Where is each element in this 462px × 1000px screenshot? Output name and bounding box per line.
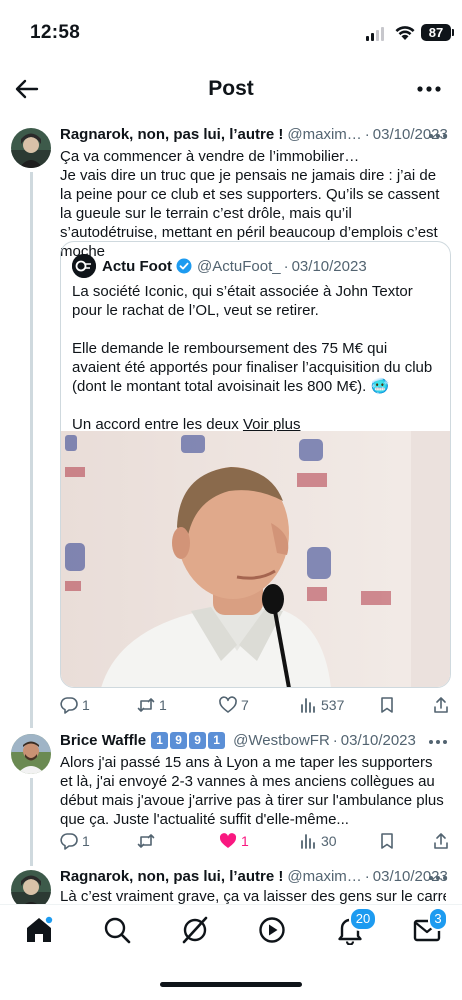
search-icon[interactable] xyxy=(102,915,132,945)
grok-icon[interactable] xyxy=(180,915,210,945)
reply-icon xyxy=(60,697,78,714)
retweet-button[interactable]: 1 xyxy=(137,696,167,714)
author-handle[interactable]: @WestbowFR xyxy=(233,732,330,749)
tweet-header: Brice Waffle 1 9 9 1 @WestbowFR · 03/10/… xyxy=(60,732,452,749)
reply-button[interactable]: 1 xyxy=(60,832,90,850)
tweet-actions: 1 1 30 xyxy=(60,830,450,852)
digit-badge: 9 xyxy=(170,732,188,749)
tweet-more-icon[interactable] xyxy=(428,873,448,883)
heart-icon xyxy=(219,696,237,713)
tweet-header: Ragnarok, non, pas lui, l’autre ! @maxim… xyxy=(60,126,452,143)
tweet-text: Alors j'ai passé 15 ans à Lyon a me tape… xyxy=(60,754,444,828)
notifications-badge: 20 xyxy=(349,907,377,931)
video-play-icon[interactable] xyxy=(257,915,287,945)
tweet-actions: 1 1 7 537 xyxy=(60,694,450,716)
retweet-icon xyxy=(137,834,155,848)
views-button[interactable]: 30 xyxy=(299,832,337,850)
separator-dot: · xyxy=(364,126,370,143)
quoted-tweet-text: La société Iconic, qui s’était associée … xyxy=(72,282,438,434)
more-options-icon[interactable] xyxy=(416,76,442,102)
share-icon[interactable] xyxy=(432,696,450,714)
home-icon[interactable] xyxy=(24,915,54,945)
verified-badge-icon xyxy=(176,258,192,274)
author-handle[interactable]: @maxim… xyxy=(287,126,361,143)
retweet-count: 1 xyxy=(159,697,167,713)
views-chart-icon xyxy=(301,698,315,713)
author-name[interactable]: Ragnarok, non, pas lui, l’autre ! xyxy=(60,126,283,143)
status-time: 12:58 xyxy=(30,22,81,43)
quoted-tweet-card[interactable]: Actu Foot @ActuFoot_ · 03/10/2023 La soc… xyxy=(60,241,451,688)
quoted-tweet-header: Actu Foot @ActuFoot_ · 03/10/2023 xyxy=(72,254,367,278)
heart-filled-icon xyxy=(219,833,237,848)
wifi-icon xyxy=(395,26,415,40)
thread-connector xyxy=(30,172,33,728)
retweet-icon xyxy=(137,698,155,712)
quoted-tweet-date: 03/10/2023 xyxy=(291,257,367,275)
reply-count: 1 xyxy=(82,697,90,713)
views-chart-icon xyxy=(301,834,315,849)
views-button[interactable]: 537 xyxy=(299,696,344,714)
author-handle[interactable]: @maxim… xyxy=(287,868,361,885)
quoted-tweet-photo[interactable] xyxy=(61,431,450,687)
reply-icon xyxy=(60,833,78,850)
home-indicator xyxy=(160,982,302,987)
actu-foot-logo-icon xyxy=(72,254,96,278)
separator-dot: · xyxy=(364,868,370,885)
avatar[interactable] xyxy=(11,734,51,774)
cellular-signal-icon xyxy=(366,27,384,41)
top-bar: Post xyxy=(0,64,462,114)
separator-dot: · xyxy=(332,732,338,749)
tweet-more-icon[interactable] xyxy=(428,737,448,747)
avatar[interactable] xyxy=(11,128,51,168)
quoted-author-name: Actu Foot xyxy=(102,257,172,275)
like-count: 7 xyxy=(241,697,249,713)
separator-dot: · xyxy=(283,257,289,275)
reply-button[interactable]: 1 xyxy=(60,696,90,714)
retweet-button[interactable] xyxy=(137,832,159,850)
view-count: 537 xyxy=(321,697,345,713)
author-name[interactable]: Brice Waffle xyxy=(60,732,146,749)
bookmark-icon[interactable] xyxy=(378,832,396,850)
tweet-date: 03/10/2023 xyxy=(340,732,416,749)
digit-badge: 9 xyxy=(189,732,207,749)
reply-count: 1 xyxy=(82,833,90,849)
page-title: Post xyxy=(208,77,254,100)
author-name[interactable]: Ragnarok, non, pas lui, l’autre ! xyxy=(60,868,283,885)
status-bar: 12:58 87 xyxy=(0,0,462,64)
like-button[interactable]: 7 xyxy=(219,696,249,714)
thread-connector xyxy=(30,778,33,866)
messages-badge: 3 xyxy=(428,907,448,931)
battery-indicator: 87 xyxy=(421,24,454,41)
quoted-paragraph: La société Iconic, qui s’était associée … xyxy=(72,283,413,319)
quoted-paragraph: Elle demande le remboursement des 75 M€ … xyxy=(72,340,433,395)
tweet-more-icon[interactable] xyxy=(428,131,448,141)
digit-badge: 1 xyxy=(208,732,226,749)
like-button[interactable]: 1 xyxy=(219,832,249,850)
like-count: 1 xyxy=(241,833,249,849)
view-count: 30 xyxy=(321,833,337,849)
name-emoji-badges: 1 9 9 1 xyxy=(151,732,226,749)
bookmark-icon[interactable] xyxy=(378,696,396,714)
tweet-header: Ragnarok, non, pas lui, l’autre ! @maxim… xyxy=(60,868,452,885)
quoted-author-handle: @ActuFoot_ xyxy=(196,257,281,275)
tweet-text-line: Ça va commencer à vendre de l’immobilier… xyxy=(60,148,360,165)
share-icon[interactable] xyxy=(432,832,450,850)
digit-badge: 1 xyxy=(151,732,169,749)
